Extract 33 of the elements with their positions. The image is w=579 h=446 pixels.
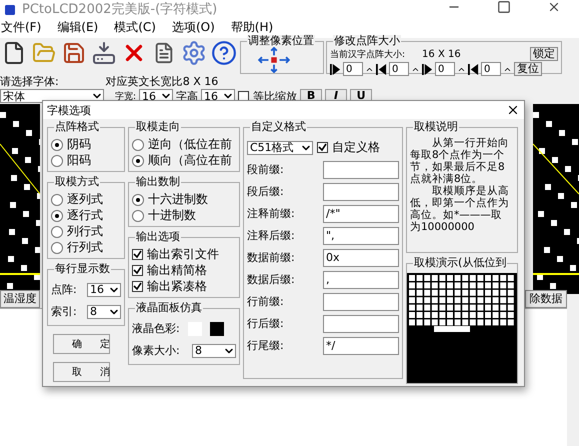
index-label: 索引: bbox=[51, 305, 77, 318]
current-size-label: 当前汉字点阵大小: bbox=[330, 48, 406, 60]
group-title: 自定义格式 bbox=[250, 121, 307, 133]
group-title: 取模演示(从低位到 bbox=[413, 257, 508, 269]
field-label: 注释前缀: bbox=[247, 207, 295, 220]
group-title: 取模走向 bbox=[135, 121, 181, 133]
ratio-text: 对应英文长宽比8 X 16 bbox=[106, 74, 218, 88]
dialog-title: 字模选项 bbox=[47, 104, 91, 116]
field-label: 段前缀: bbox=[247, 163, 284, 176]
group-title: 每行显示数 bbox=[54, 263, 111, 275]
group-title: 输出选项 bbox=[135, 231, 181, 243]
group-title: 点阵格式 bbox=[54, 121, 100, 133]
group-title: 液晶面板仿真 bbox=[135, 302, 203, 314]
field-label: 行后缀: bbox=[247, 317, 284, 330]
group-title: 调整像素位置 bbox=[247, 35, 315, 47]
group-title: 输出数制 bbox=[135, 176, 181, 188]
description-text: 从第一行开始向 每取8个点作为一个 节，如果最后不足8 点就补满8位。 取模顺序是从高 低，即第一个点作为 高位。如*———取 为10000000 bbox=[410, 137, 510, 233]
field-label: 段后缀: bbox=[247, 185, 284, 198]
field-label: 行尾缀: bbox=[247, 339, 284, 352]
group-title: 取模说明 bbox=[413, 121, 459, 133]
lcd-color-label: 液晶色彩: bbox=[132, 322, 180, 335]
current-size-value: 16 X 16 bbox=[422, 48, 461, 60]
group-title: 修改点阵大小 bbox=[333, 35, 401, 47]
field-label: 数据后缀: bbox=[247, 273, 295, 286]
pixel-size-label: 像素大小: bbox=[132, 344, 180, 357]
width-label: 字宽: bbox=[115, 90, 136, 102]
field-label: 注释后缀: bbox=[247, 229, 295, 242]
window-title: PCtoLCD2002完美版-(字符模式) bbox=[22, 3, 218, 16]
group-title: 取模方式 bbox=[54, 176, 100, 188]
dot-label: 点阵: bbox=[51, 283, 77, 296]
field-label: 行前缀: bbox=[247, 295, 284, 308]
field-label: 数据前缀: bbox=[247, 251, 295, 264]
font-label: 请选择字体: bbox=[0, 74, 59, 88]
